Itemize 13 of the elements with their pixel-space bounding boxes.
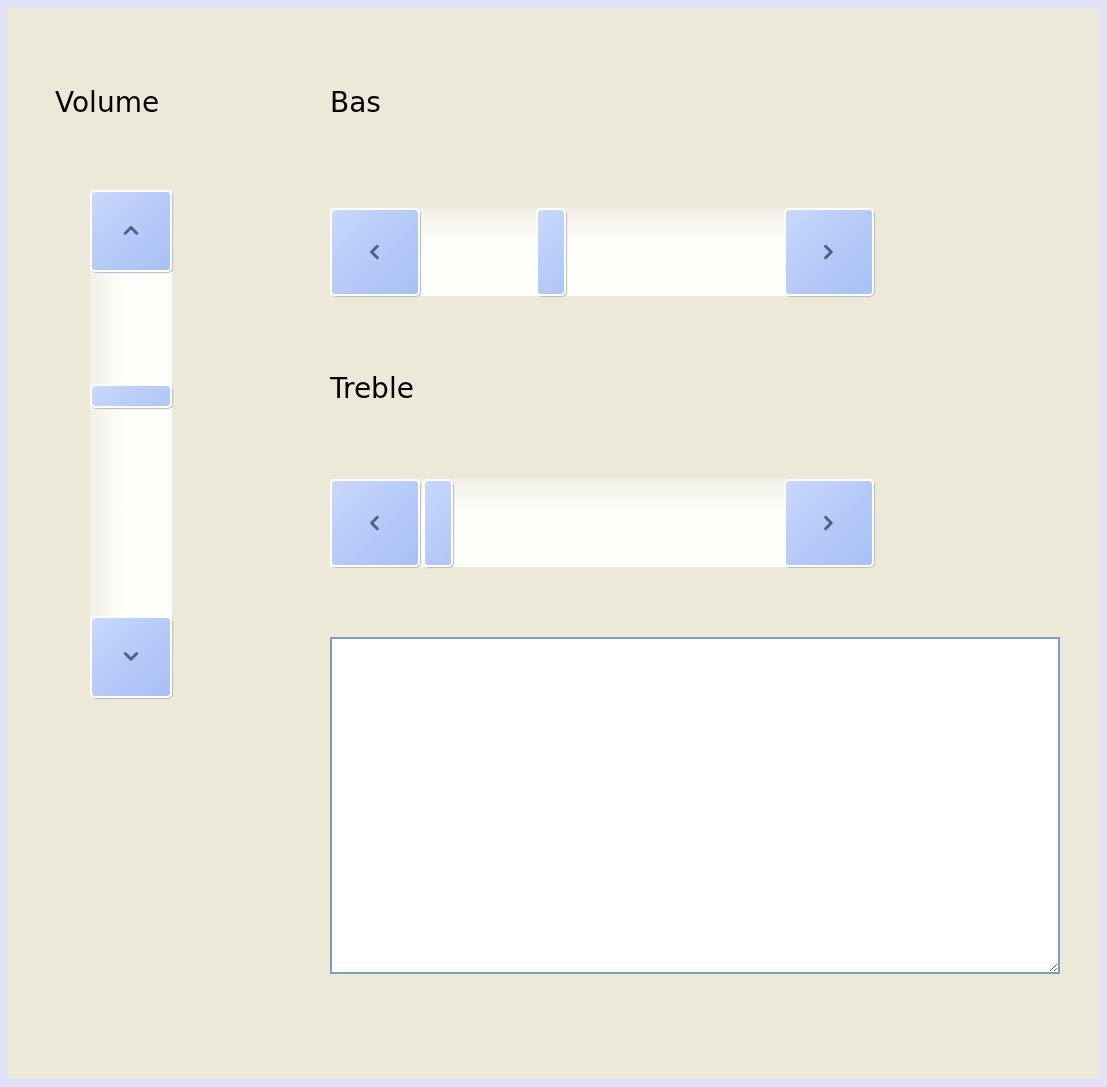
treble-label: Treble (330, 371, 414, 407)
volume-label: Volume (55, 85, 160, 121)
scrollbar-thumb[interactable] (423, 479, 454, 567)
scrollbar-thumb[interactable] (536, 208, 567, 296)
scroll-left-button[interactable] (330, 479, 420, 567)
scrollbar-thumb[interactable] (90, 383, 172, 408)
scroll-right-button[interactable] (784, 208, 874, 296)
scroll-right-button[interactable] (784, 479, 874, 567)
scroll-up-button[interactable] (90, 190, 172, 272)
scroll-left-button[interactable] (330, 208, 420, 296)
scroll-down-button[interactable] (90, 616, 172, 698)
bass-label: Bas (330, 85, 381, 121)
text-area[interactable] (330, 637, 1060, 974)
